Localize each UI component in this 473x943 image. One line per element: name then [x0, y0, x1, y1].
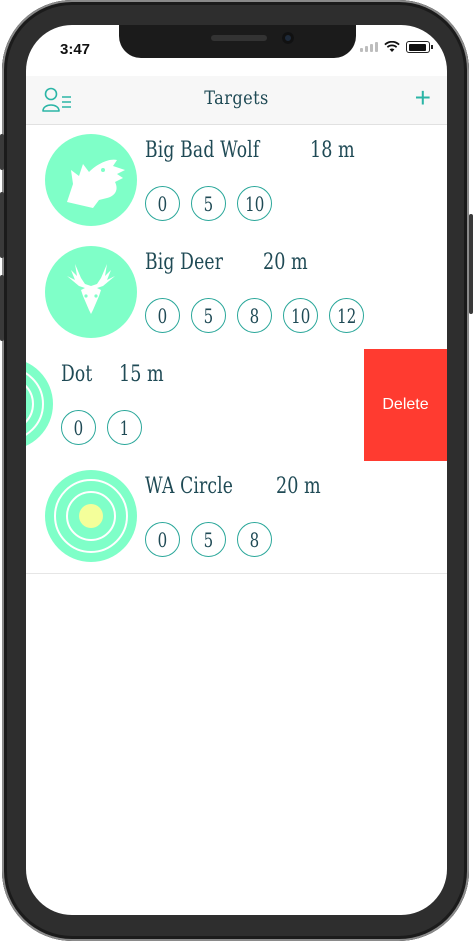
target-avatar	[45, 134, 137, 226]
battery-tip	[431, 45, 433, 49]
status-icons	[360, 41, 433, 53]
zone-chip: 5	[191, 522, 226, 557]
volume-down-button	[0, 275, 4, 341]
target-row[interactable]: Big Bad Wolf 18 m 0 5 10	[26, 125, 447, 238]
wolf-head-icon	[67, 159, 125, 208]
wa-circle-icon	[54, 479, 128, 553]
target-name: WA Circle	[145, 474, 234, 499]
delete-button[interactable]: Delete	[364, 349, 447, 461]
zone-chips: 0 5 10	[145, 186, 272, 221]
target-name: Big Deer	[145, 250, 224, 275]
target-distance: 20 m	[263, 250, 308, 275]
zone-chip: 0	[61, 410, 96, 445]
zone-chip: 10	[237, 186, 272, 221]
zone-chip: 5	[191, 186, 226, 221]
screen: 3:47 Targets + Big Bad Wolf 18 m 0 5 10 …	[26, 25, 447, 915]
notch	[119, 25, 356, 58]
target-row-content: Dot 15 m 0 1	[26, 349, 363, 461]
status-time: 3:47	[60, 41, 91, 58]
dot-target-icon	[26, 372, 44, 436]
zone-chip: 8	[237, 298, 272, 333]
zone-chips: 0 5 8 10 12	[145, 298, 364, 333]
zone-chip: 1	[107, 410, 142, 445]
target-avatar	[45, 470, 137, 562]
target-avatar	[45, 246, 137, 338]
target-row[interactable]: WA Circle 20 m 0 5 8	[26, 461, 447, 574]
front-camera	[282, 32, 294, 44]
zone-chips: 0 5 8	[145, 522, 272, 557]
zone-chip: 0	[145, 298, 180, 333]
add-target-button[interactable]: +	[415, 84, 431, 112]
target-distance: 18 m	[309, 138, 355, 163]
target-avatar	[26, 358, 53, 450]
target-distance: 15 m	[119, 362, 165, 387]
wifi-icon	[384, 41, 400, 52]
battery-icon	[406, 41, 430, 53]
speaker-grille	[211, 35, 267, 41]
target-row-content: WA Circle 20 m 0 5 8	[26, 461, 447, 573]
target-title: Big Bad Wolf 18 m	[145, 138, 365, 163]
page-title: Targets	[204, 87, 269, 109]
target-row-content: Big Bad Wolf 18 m 0 5 10	[26, 125, 447, 237]
navigation-bar: Targets +	[26, 76, 447, 125]
signal-icon	[360, 42, 378, 52]
volume-up-button	[0, 192, 4, 258]
zone-chips: 0 1	[61, 410, 142, 445]
zone-chip: 12	[329, 298, 364, 333]
zone-chip: 8	[237, 522, 272, 557]
target-title: Dot 15 m	[61, 362, 175, 387]
power-button	[469, 214, 473, 314]
target-distance: 20 m	[275, 474, 321, 499]
target-name: Dot	[61, 362, 93, 387]
target-title: Big Deer 20 m	[145, 250, 319, 275]
target-row-content: Big Deer 20 m 0 5 8 10 12	[26, 237, 447, 349]
mute-switch	[0, 134, 4, 170]
zone-chip: 0	[145, 522, 180, 557]
zone-chip: 10	[283, 298, 318, 333]
target-title: WA Circle 20 m	[145, 474, 332, 499]
zone-chip: 0	[145, 186, 180, 221]
zone-chip: 5	[191, 298, 226, 333]
deer-head-icon	[67, 264, 115, 314]
target-row[interactable]: Big Deer 20 m 0 5 8 10 12	[26, 237, 447, 350]
target-name: Big Bad Wolf	[145, 138, 260, 163]
target-row[interactable]: Dot 15 m 0 1 Delete	[26, 349, 447, 462]
